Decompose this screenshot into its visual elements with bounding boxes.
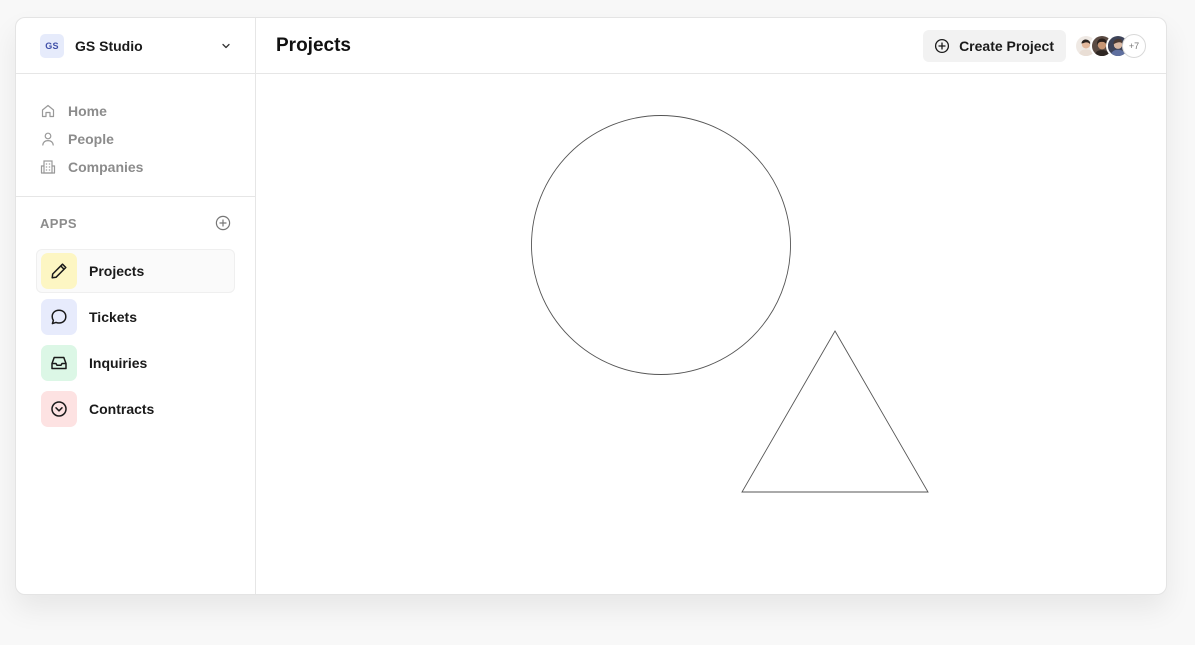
create-project-label: Create Project (959, 37, 1054, 54)
main-nav: Home People Companies (16, 74, 255, 197)
triangle-shape (741, 330, 929, 493)
inbox-icon (41, 345, 77, 381)
plus-circle-icon (934, 38, 950, 54)
more-members-count[interactable]: +7 (1122, 33, 1146, 58)
workspace-badge: GS (40, 33, 64, 58)
home-icon (40, 103, 56, 119)
app-item-tickets[interactable]: Tickets (36, 295, 235, 339)
nav-item-home[interactable]: Home (40, 97, 231, 125)
app-item-inquiries[interactable]: Inquiries (36, 341, 235, 385)
app-window: GS GS Studio Home People Companies APPS … (15, 17, 1167, 595)
empty-state-illustration (256, 75, 1166, 594)
sidebar: GS GS Studio Home People Companies APPS … (16, 18, 256, 594)
app-item-contracts[interactable]: Contracts (36, 387, 235, 431)
workspace-name: GS Studio (75, 37, 143, 54)
chevron-down-icon[interactable] (221, 41, 231, 51)
user-icon (40, 131, 56, 147)
nav-item-companies[interactable]: Companies (40, 153, 231, 181)
circle-shape (531, 115, 791, 375)
building-icon (40, 159, 56, 175)
nav-item-label: People (68, 131, 114, 147)
nav-item-label: Home (68, 103, 107, 119)
page-title: Projects (276, 34, 351, 56)
workspace-switcher[interactable]: GS GS Studio (16, 18, 255, 74)
pencil-icon (41, 253, 77, 289)
app-item-label: Inquiries (89, 355, 148, 371)
apps-title: APPS (40, 215, 78, 231)
chevron-circle-icon (41, 391, 77, 427)
apps-list: Projects Tickets Inquiries Contracts (16, 249, 255, 431)
app-item-label: Projects (89, 263, 145, 279)
app-item-label: Tickets (89, 309, 137, 325)
nav-item-people[interactable]: People (40, 125, 231, 153)
app-item-projects[interactable]: Projects (36, 249, 235, 293)
top-bar: Projects Create Project +7 (256, 18, 1166, 74)
plus-circle-icon[interactable] (215, 215, 231, 231)
nav-item-label: Companies (68, 159, 144, 175)
create-project-button[interactable]: Create Project (923, 29, 1066, 62)
chat-bubble-icon (41, 299, 77, 335)
main-content: Projects Create Project +7 (256, 18, 1166, 594)
app-item-label: Contracts (89, 401, 155, 417)
member-avatars[interactable]: +7 (1074, 33, 1146, 58)
apps-header: APPS (16, 197, 255, 249)
